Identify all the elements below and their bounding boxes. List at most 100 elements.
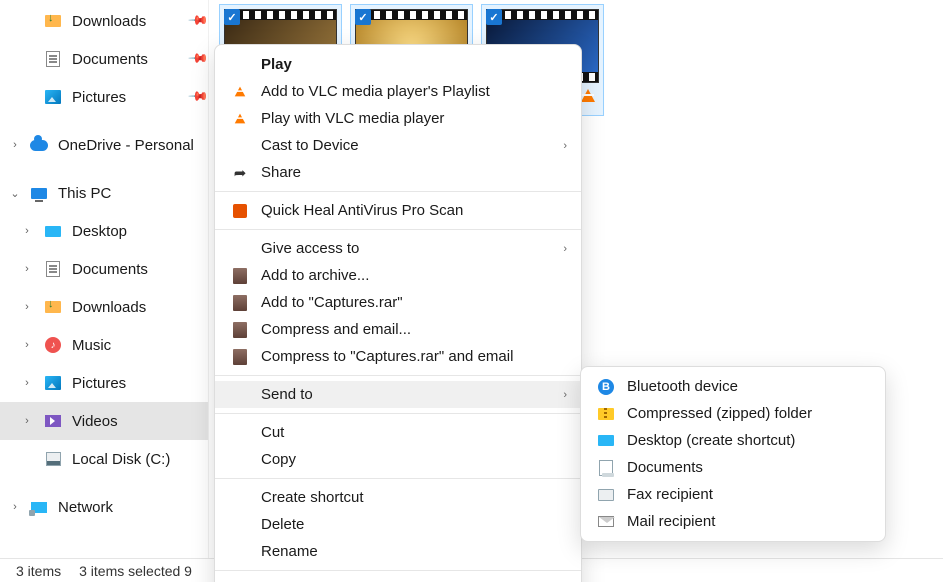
sidebar-item-documents-pc[interactable]: › Documents: [0, 250, 208, 288]
sidebar-item-network[interactable]: › Network: [0, 488, 208, 526]
chevron-right-icon[interactable]: ›: [18, 263, 36, 275]
winrar-icon: [229, 267, 251, 285]
menu-item-cut[interactable]: Cut: [215, 419, 581, 446]
desktop-icon: [595, 432, 617, 450]
vlc-cone-icon: [229, 83, 251, 101]
sidebar-item-pictures[interactable]: Pictures 📌: [0, 78, 208, 116]
winrar-icon: [229, 321, 251, 339]
chevron-right-icon[interactable]: ›: [18, 339, 36, 351]
pin-icon: 📌: [187, 47, 208, 71]
menu-item-properties[interactable]: Properties: [215, 576, 581, 582]
sidebar-item-label: Desktop: [72, 223, 208, 240]
pictures-icon: [44, 88, 62, 106]
file-explorer-window: Downloads 📌 Documents 📌 Pictures 📌 › One…: [0, 0, 943, 582]
context-menu[interactable]: Play Add to VLC media player's Playlist …: [214, 44, 582, 582]
status-selected-count: 3 items selected 9: [79, 563, 192, 579]
sidebar-item-label: Downloads: [72, 299, 208, 316]
sidebar-item-label: Pictures: [72, 89, 190, 106]
chevron-right-icon[interactable]: ›: [18, 301, 36, 313]
share-icon: ➦: [229, 164, 251, 182]
sidebar-item-pictures-pc[interactable]: › Pictures: [0, 364, 208, 402]
menu-separator: [215, 375, 581, 376]
chevron-right-icon[interactable]: ›: [18, 377, 36, 389]
vlc-overlay-icon: [581, 89, 595, 105]
menu-item-delete[interactable]: Delete: [215, 511, 581, 538]
download-folder-icon: [44, 12, 62, 30]
status-item-count: 3 items: [16, 563, 61, 579]
menu-item-vlc-playlist[interactable]: Add to VLC media player's Playlist: [215, 78, 581, 105]
menu-item-send-to[interactable]: Send to ›: [215, 381, 581, 408]
vlc-cone-icon: [229, 110, 251, 128]
menu-item-rar-add[interactable]: Add to archive...: [215, 262, 581, 289]
chevron-down-icon[interactable]: ⌄: [6, 187, 24, 200]
sidebar-item-desktop[interactable]: › Desktop: [0, 212, 208, 250]
winrar-icon: [229, 348, 251, 366]
sidebar-item-onedrive[interactable]: › OneDrive - Personal: [0, 126, 208, 164]
desktop-icon: [44, 222, 62, 240]
sendto-bluetooth[interactable]: B Bluetooth device: [581, 373, 885, 400]
menu-item-quickheal[interactable]: Quick Heal AntiVirus Pro Scan: [215, 197, 581, 224]
blank-icon: [229, 424, 251, 442]
menu-item-rar-email[interactable]: Compress and email...: [215, 316, 581, 343]
menu-item-copy[interactable]: Copy: [215, 446, 581, 473]
blank-icon: [229, 489, 251, 507]
sidebar-item-localdisk[interactable]: › Local Disk (C:): [0, 440, 208, 478]
sidebar-item-downloads[interactable]: Downloads 📌: [0, 2, 208, 40]
menu-item-create-shortcut[interactable]: Create shortcut: [215, 484, 581, 511]
pin-icon: 📌: [187, 9, 208, 33]
menu-item-give-access[interactable]: Give access to ›: [215, 235, 581, 262]
document-icon: [44, 50, 62, 68]
chevron-right-icon: ›: [563, 140, 567, 152]
menu-item-cast[interactable]: Cast to Device ›: [215, 132, 581, 159]
menu-item-rar-email-named[interactable]: Compress to "Captures.rar" and email: [215, 343, 581, 370]
navigation-pane[interactable]: Downloads 📌 Documents 📌 Pictures 📌 › One…: [0, 0, 208, 558]
sendto-desktop[interactable]: Desktop (create shortcut): [581, 427, 885, 454]
sidebar-item-label: Videos: [72, 413, 208, 430]
zip-folder-icon: [595, 405, 617, 423]
pin-icon: 📌: [187, 85, 208, 109]
sidebar-item-label: Music: [72, 337, 208, 354]
menu-item-rar-add-named[interactable]: Add to "Captures.rar": [215, 289, 581, 316]
sendto-documents[interactable]: Documents: [581, 454, 885, 481]
sidebar-item-music[interactable]: › ♪ Music: [0, 326, 208, 364]
menu-separator: [215, 191, 581, 192]
sidebar-item-documents[interactable]: Documents 📌: [0, 40, 208, 78]
sendto-compressed[interactable]: Compressed (zipped) folder: [581, 400, 885, 427]
send-to-submenu[interactable]: B Bluetooth device Compressed (zipped) f…: [580, 366, 886, 542]
selected-checkmark-icon[interactable]: ✓: [224, 9, 240, 25]
chevron-right-icon[interactable]: ›: [6, 501, 24, 513]
quickheal-icon: [229, 202, 251, 220]
chevron-right-icon[interactable]: ›: [6, 139, 24, 151]
pictures-icon: [44, 374, 62, 392]
sidebar-item-label: OneDrive - Personal: [58, 137, 208, 154]
winrar-icon: [229, 294, 251, 312]
blank-icon: [229, 240, 251, 258]
sendto-mail[interactable]: Mail recipient: [581, 508, 885, 535]
menu-separator: [215, 570, 581, 571]
disk-icon: [44, 450, 62, 468]
sidebar-item-downloads-pc[interactable]: › Downloads: [0, 288, 208, 326]
menu-item-share[interactable]: ➦ Share: [215, 159, 581, 186]
blank-icon: [229, 137, 251, 155]
chevron-right-icon[interactable]: ›: [18, 225, 36, 237]
sidebar-item-label: Documents: [72, 51, 190, 68]
video-icon: [44, 412, 62, 430]
chevron-right-icon: ›: [563, 243, 567, 255]
chevron-right-icon: ›: [563, 389, 567, 401]
chevron-right-icon[interactable]: ›: [18, 415, 36, 427]
sidebar-item-videos[interactable]: › Videos: [0, 402, 208, 440]
bluetooth-icon: B: [595, 378, 617, 396]
selected-checkmark-icon[interactable]: ✓: [355, 9, 371, 25]
menu-item-play[interactable]: Play: [215, 51, 581, 78]
selected-checkmark-icon[interactable]: ✓: [486, 9, 502, 25]
music-icon: ♪: [44, 336, 62, 354]
pc-icon: [30, 184, 48, 202]
network-icon: [30, 498, 48, 516]
sendto-fax[interactable]: Fax recipient: [581, 481, 885, 508]
menu-item-vlc-play[interactable]: Play with VLC media player: [215, 105, 581, 132]
fax-icon: [595, 486, 617, 504]
menu-item-rename[interactable]: Rename: [215, 538, 581, 565]
sidebar-item-thispc[interactable]: ⌄ This PC: [0, 174, 208, 212]
sidebar-item-label: This PC: [58, 185, 208, 202]
blank-icon: [229, 56, 251, 74]
